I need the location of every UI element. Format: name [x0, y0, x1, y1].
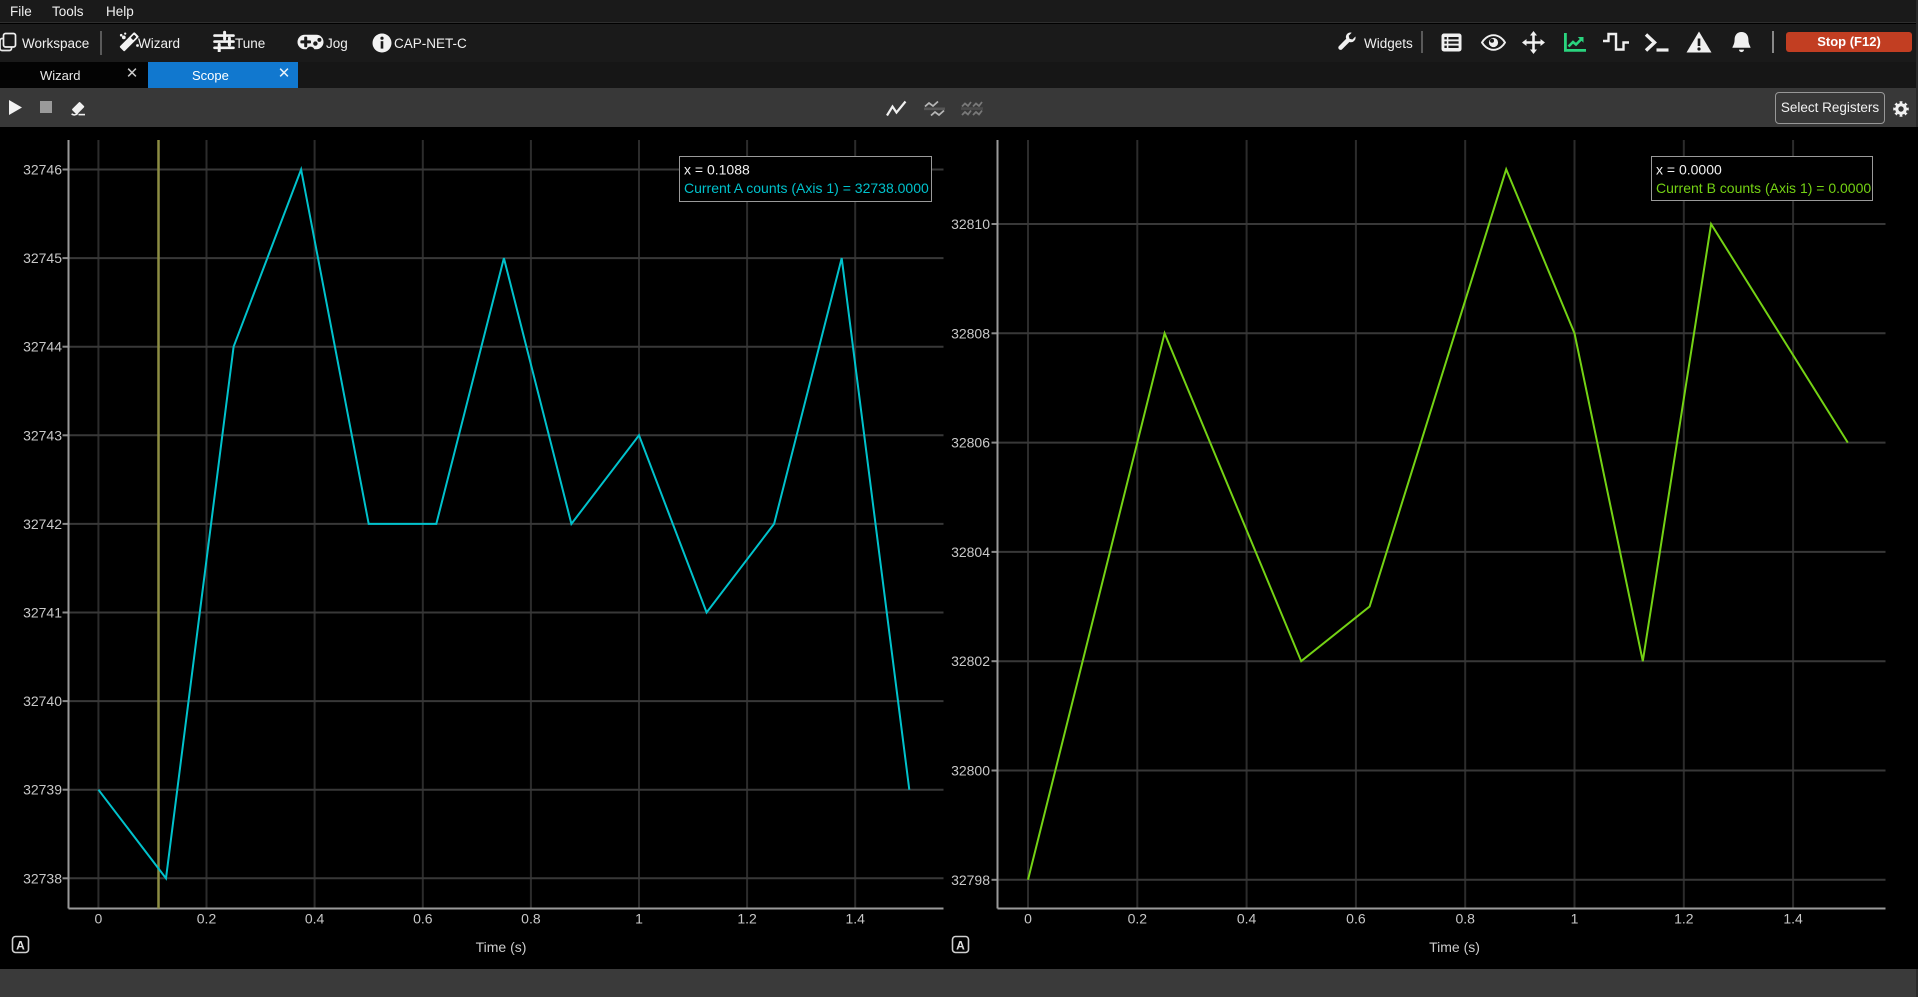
svg-text:Current B counts (Axis 1) = 0.: Current B counts (Axis 1) = 0.0000 — [1656, 180, 1871, 196]
svg-text:1.2: 1.2 — [1674, 911, 1694, 927]
svg-text:32806: 32806 — [951, 435, 990, 451]
svg-text:32798: 32798 — [951, 872, 990, 888]
svg-text:1.4: 1.4 — [1783, 911, 1803, 927]
svg-text:A: A — [16, 939, 25, 953]
svg-text:32740: 32740 — [23, 693, 62, 709]
svg-text:1.4: 1.4 — [845, 911, 865, 927]
svg-text:0.4: 0.4 — [1237, 911, 1257, 927]
svg-text:0.6: 0.6 — [413, 911, 433, 927]
svg-text:32744: 32744 — [23, 339, 62, 355]
svg-text:0: 0 — [1024, 911, 1032, 927]
svg-text:32742: 32742 — [23, 516, 62, 532]
svg-text:Time (s): Time (s) — [476, 939, 527, 955]
svg-text:1: 1 — [1571, 911, 1579, 927]
svg-text:0.8: 0.8 — [1455, 911, 1475, 927]
svg-text:32746: 32746 — [23, 162, 62, 178]
svg-text:32743: 32743 — [23, 427, 62, 443]
svg-text:32800: 32800 — [951, 763, 990, 779]
svg-text:32802: 32802 — [951, 653, 990, 669]
svg-text:A: A — [956, 939, 965, 953]
svg-text:32804: 32804 — [951, 544, 990, 560]
svg-text:1: 1 — [635, 911, 643, 927]
svg-text:32741: 32741 — [23, 605, 62, 621]
svg-text:32745: 32745 — [23, 250, 62, 266]
svg-text:0.4: 0.4 — [305, 911, 325, 927]
svg-text:Time (s): Time (s) — [1429, 939, 1480, 955]
svg-text:x = 0.0000: x = 0.0000 — [1656, 162, 1722, 178]
svg-text:0.6: 0.6 — [1346, 911, 1366, 927]
svg-text:Current A counts (Axis 1) = 32: Current A counts (Axis 1) = 32738.0000 — [684, 180, 929, 196]
svg-text:32810: 32810 — [951, 216, 990, 232]
svg-text:x = 0.1088: x = 0.1088 — [684, 162, 750, 178]
svg-text:32739: 32739 — [23, 782, 62, 798]
svg-text:0.2: 0.2 — [197, 911, 217, 927]
svg-text:0.8: 0.8 — [521, 911, 541, 927]
svg-text:0: 0 — [95, 911, 103, 927]
svg-text:32738: 32738 — [23, 870, 62, 886]
svg-text:1.2: 1.2 — [737, 911, 757, 927]
svg-text:32808: 32808 — [951, 325, 990, 341]
svg-text:0.2: 0.2 — [1128, 911, 1148, 927]
